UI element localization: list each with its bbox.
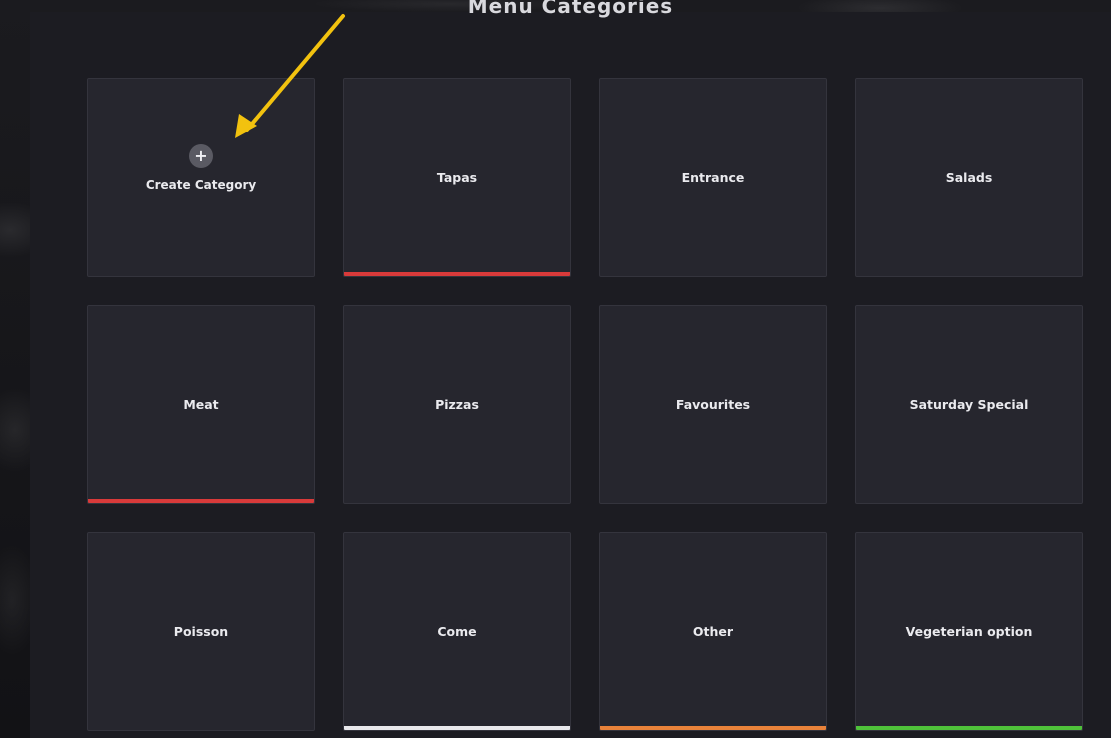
category-accent-bar <box>344 726 570 730</box>
category-label: Saturday Special <box>909 397 1029 412</box>
category-card-poisson[interactable]: Poisson <box>87 532 315 731</box>
category-label: Entrance <box>681 170 745 185</box>
category-label: Salads <box>945 170 993 185</box>
category-accent-bar <box>600 726 826 730</box>
category-card-meat[interactable]: Meat <box>87 305 315 504</box>
category-card-vegeterian-option[interactable]: Vegeterian option <box>855 532 1083 731</box>
category-card-favourites[interactable]: Favourites <box>599 305 827 504</box>
create-category-button[interactable]: + Create Category <box>87 78 315 277</box>
category-accent-bar <box>344 272 570 276</box>
category-card-other[interactable]: Other <box>599 532 827 731</box>
category-label: Poisson <box>173 624 229 639</box>
category-card-come[interactable]: Come <box>343 532 571 731</box>
plus-icon: + <box>189 143 213 168</box>
category-card-pizzas[interactable]: Pizzas <box>343 305 571 504</box>
category-accent-bar <box>856 726 1082 730</box>
category-label: Other <box>692 624 734 639</box>
category-accent-bar <box>88 499 314 503</box>
category-label: Vegeterian option <box>905 624 1033 639</box>
category-card-salads[interactable]: Salads <box>855 78 1083 277</box>
categories-panel: Menu Categories + Create Category Tapas … <box>30 0 1111 738</box>
category-label: Come <box>437 624 477 639</box>
category-label: Meat <box>183 397 219 412</box>
category-card-entrance[interactable]: Entrance <box>599 78 827 277</box>
category-card-saturday-special[interactable]: Saturday Special <box>855 305 1083 504</box>
category-card-tapas[interactable]: Tapas <box>343 78 571 277</box>
category-grid: + Create Category Tapas Entrance Salads … <box>87 78 1083 731</box>
category-label: Tapas <box>436 170 478 185</box>
category-label: Pizzas <box>435 397 479 412</box>
category-label: Favourites <box>675 397 751 412</box>
create-category-label: Create Category <box>145 177 257 192</box>
